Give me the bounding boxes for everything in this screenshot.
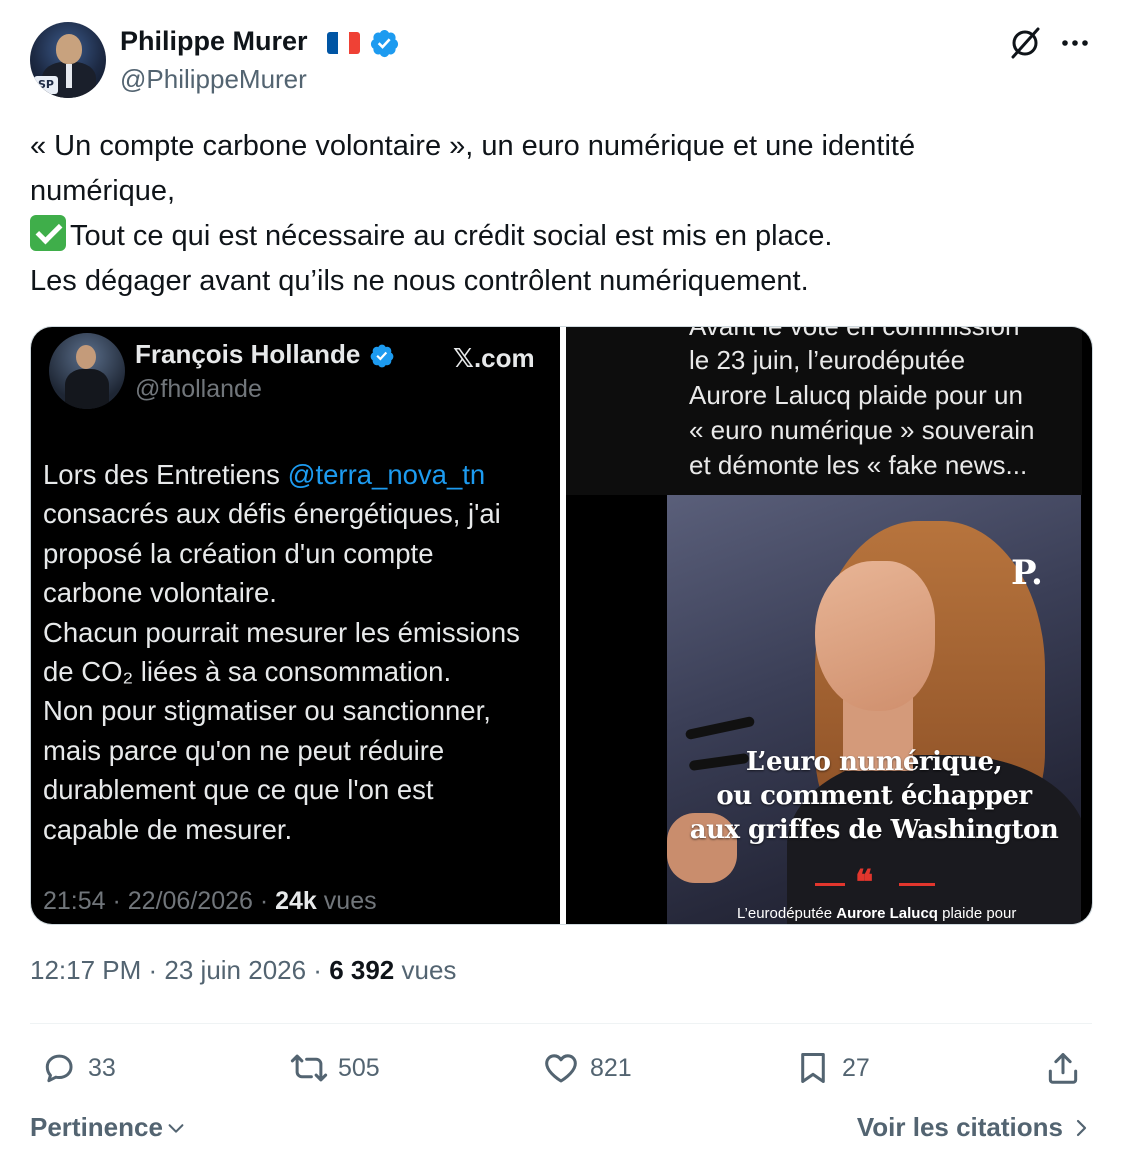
embedded-tweet-text: Lors des Entretiens @terra_nova_tn consa…: [43, 455, 553, 849]
tweet-line: Tout ce qui est nécessaire au crédit soc…: [70, 220, 833, 252]
embedded-views-count: 24k: [275, 887, 317, 915]
embedded-line: carbone volontaire.: [43, 577, 277, 609]
embedded-line: capable de mesurer.: [43, 813, 293, 845]
avatar-logo: SP: [34, 76, 58, 94]
quote-mark-icon: ❝: [855, 863, 874, 903]
embedded-line: Lors des Entretiens @terra_nova_tn: [43, 455, 553, 494]
repost-icon: [290, 1054, 328, 1082]
tweet-views-count: 6 392: [329, 955, 395, 985]
bookmark-count: 27: [842, 1053, 870, 1082]
quote-rule-right: [899, 883, 935, 886]
tweet-line: « Un compte carbone volontaire », un eur…: [30, 130, 916, 162]
tweet-line-with-check: Tout ce qui est nécessaire au crédit soc…: [30, 214, 1090, 259]
tweet-media[interactable]: François Hollande @fhollande 𝕏.com Lors …: [30, 326, 1093, 925]
caption-suffix: plaide pour: [937, 905, 1017, 922]
embedded-avatar-face: [76, 345, 96, 369]
article-intro-line: Aurore Lalucq plaide pour un: [689, 380, 1023, 410]
embedded-line: de CO₂ liées à sa consommation.: [43, 656, 452, 688]
reply-button[interactable]: 33: [40, 1048, 116, 1088]
tweet-timestamp[interactable]: 12:17 PM · 23 juin 2026 ·: [30, 955, 329, 985]
author-handle[interactable]: @PhilippeMurer: [120, 64, 307, 95]
tweet-line: Les dégager avant qu’ils ne nous contrôl…: [30, 265, 809, 297]
article-headline-line: ou comment échapper: [716, 781, 1032, 811]
x-com-watermark: 𝕏.com: [453, 343, 535, 373]
divider: [30, 1023, 1092, 1024]
avatar-tie: [66, 64, 72, 88]
photo-face: [815, 561, 935, 711]
embedded-views-label: vues: [316, 887, 377, 915]
caption-bold: Aurore Lalucq: [836, 905, 938, 922]
tweet-text: « Un compte carbone volontaire », un eur…: [30, 124, 1090, 304]
embedded-line: consacrés aux défis énergétiques, j'ai: [43, 498, 501, 530]
chevron-down-icon: [168, 1123, 184, 1133]
embedded-avatar-suit: [65, 369, 109, 409]
embedded-line: durablement que ce que l'on est: [43, 774, 434, 806]
embedded-author-name: François Hollande: [135, 339, 361, 369]
verified-badge-icon[interactable]: [369, 28, 400, 59]
article-intro: Avant le vote en commission le 23 juin, …: [566, 327, 1082, 495]
article-intro-line: « euro numérique » souverain: [689, 415, 1035, 445]
reply-count: 33: [88, 1053, 116, 1082]
sort-label: Pertinence: [30, 1112, 163, 1142]
heart-icon: [545, 1054, 577, 1083]
author-name[interactable]: Philippe Murer: [120, 26, 308, 57]
article-intro-line: le 23 juin, l’eurodéputée: [689, 345, 966, 375]
embedded-line: Non pour stigmatiser ou sanctionner,: [43, 695, 491, 727]
share-icon[interactable]: [1044, 1048, 1082, 1088]
embedded-line: Chacun pourrait mesurer les émissions: [43, 616, 520, 648]
media-image-left[interactable]: François Hollande @fhollande 𝕏.com Lors …: [31, 327, 560, 924]
bookmark-icon: [801, 1053, 825, 1083]
tweet-meta: 12:17 PM · 23 juin 2026 · 6 392 vues: [30, 955, 456, 986]
tweet-line: numérique,: [30, 175, 176, 207]
article-headline-line: aux griffes de Washington: [689, 815, 1059, 845]
grok-icon[interactable]: [1008, 26, 1042, 60]
quotes-label: Voir les citations: [856, 1112, 1063, 1142]
article-photo: P. L’euro numérique, ou comment échapper…: [667, 495, 1081, 924]
article-headline-line: L’euro numérique,: [745, 747, 1003, 777]
reply-icon: [45, 1054, 73, 1083]
tweet-views-label: vues: [394, 955, 457, 985]
article-caption: L’eurodéputée Aurore Lalucq plaide pour: [737, 905, 1016, 922]
france-flag-icon: [327, 32, 360, 54]
embedded-tweet-footer: 21:54 · 22/06/2026 · 24k vues: [43, 887, 377, 916]
embedded-author-handle: @fhollande: [135, 375, 262, 403]
sort-dropdown[interactable]: Pertinence: [30, 1112, 187, 1143]
chevron-right-icon: [1076, 1119, 1087, 1136]
repost-button[interactable]: 505: [290, 1048, 380, 1088]
repost-count: 505: [338, 1053, 380, 1082]
article-intro-line: et démonte les « fake news...: [689, 450, 1028, 480]
embedded-verified-badge-icon: [370, 344, 394, 368]
media-image-right[interactable]: Avant le vote en commission le 23 juin, …: [566, 327, 1092, 924]
like-count: 821: [590, 1053, 632, 1082]
view-quotes-link[interactable]: Voir les citations: [857, 1112, 1091, 1143]
bookmark-button[interactable]: 27: [794, 1048, 870, 1088]
embedded-time: 21:54 · 22/06/2026 ·: [43, 887, 276, 915]
le-point-logo: P.: [1011, 553, 1043, 593]
avatar-face: [56, 34, 82, 64]
embedded-mention: @terra_nova_tn: [287, 459, 486, 490]
check-mark-icon: [30, 215, 66, 251]
author-avatar[interactable]: SP: [30, 22, 106, 98]
embedded-line: mais parce qu'on ne peut réduire: [43, 734, 445, 766]
embedded-line-prefix: Lors des Entretiens: [43, 459, 288, 490]
like-button[interactable]: 821: [542, 1048, 632, 1088]
flag-stripe-white: [338, 32, 349, 54]
more-options-icon[interactable]: [1058, 26, 1092, 60]
microphone-icon: [684, 715, 756, 741]
flag-stripe-red: [349, 32, 360, 54]
embedded-avatar: [49, 333, 125, 409]
quote-rule-left: [815, 883, 845, 886]
article-intro-line: Avant le vote en commission: [689, 326, 1020, 341]
flag-stripe-blue: [327, 32, 338, 54]
embedded-line: proposé la création d'un compte: [43, 537, 434, 569]
caption-prefix: L’eurodéputée: [737, 905, 837, 922]
